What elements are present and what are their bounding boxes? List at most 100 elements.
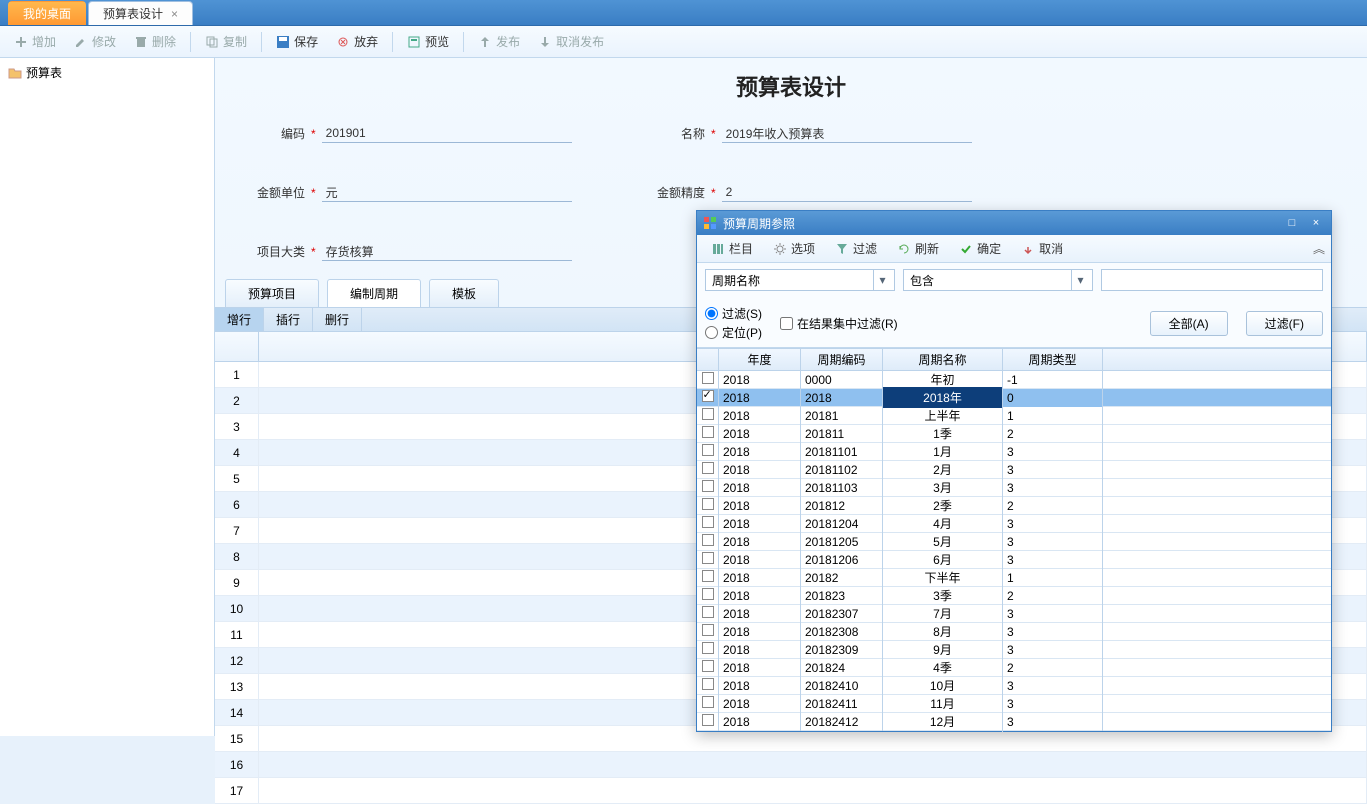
row-checkbox[interactable] [697,622,719,641]
row-cell[interactable] [259,778,1367,803]
precision-input[interactable] [722,183,972,202]
copy-button[interactable]: 复制 [197,30,255,53]
columns-button[interactable]: 栏目 [703,237,761,260]
table-row[interactable]: 20182018111季2 [697,425,1331,443]
do-filter-button[interactable]: 过滤(F) [1246,311,1323,336]
table-row[interactable]: 2018201811022月3 [697,461,1331,479]
radio-filter[interactable]: 过滤(S) [705,305,762,322]
filter-field-combo[interactable]: ▾ [705,269,895,291]
row-checkbox[interactable] [697,694,719,713]
dialog-grid-body[interactable]: 20180000年初-1201820182018年0201820181上半年12… [697,371,1331,731]
edit-button[interactable]: 修改 [66,30,124,53]
subtab-items[interactable]: 预算项目 [225,279,319,307]
save-button[interactable]: 保存 [268,30,326,53]
table-row[interactable]: 20182018122季2 [697,497,1331,515]
chevron-down-icon[interactable]: ▾ [1071,270,1089,290]
row-checkbox[interactable] [697,442,719,461]
chevron-down-icon[interactable]: ▾ [873,270,891,290]
table-row[interactable]: 20182018241111月3 [697,695,1331,713]
row-checkbox[interactable] [697,640,719,659]
row-checkbox[interactable] [697,388,719,407]
row-checkbox[interactable] [697,424,719,443]
table-row[interactable]: 20182018244季2 [697,659,1331,677]
row-checkbox[interactable] [697,370,719,389]
table-row[interactable]: 20182018241212月3 [697,713,1331,731]
filter-field-input[interactable] [706,270,873,290]
table-row[interactable]: 201820181上半年1 [697,407,1331,425]
publish-button[interactable]: 发布 [470,30,528,53]
row-checkbox[interactable] [697,550,719,569]
category-input[interactable] [322,242,572,261]
filter-op-input[interactable] [904,270,1071,290]
filter-value-input[interactable] [1102,270,1322,290]
all-button[interactable]: 全部(A) [1150,311,1228,336]
row-checkbox[interactable] [697,406,719,425]
radio-locate[interactable]: 定位(P) [705,324,762,341]
checkbox-in-result[interactable]: 在结果集中过滤(R) [780,315,898,332]
row-checkbox[interactable] [697,460,719,479]
cell-code: 20181101 [801,443,883,461]
table-row[interactable]: 201820182018年0 [697,389,1331,407]
row-checkbox[interactable] [697,676,719,695]
row-checkbox[interactable] [697,586,719,605]
table-row[interactable]: 2018201811011月3 [697,443,1331,461]
tab-budget-design[interactable]: 预算表设计 × [88,1,193,25]
table-row[interactable]: 2018201823099月3 [697,641,1331,659]
table-row[interactable]: 201820182下半年1 [697,569,1331,587]
cell-code: 20182307 [801,605,883,623]
table-row[interactable]: 2018201823088月3 [697,623,1331,641]
dlg-col-code[interactable]: 周期编码 [801,349,883,370]
filter-value-combo[interactable] [1101,269,1323,291]
name-input[interactable] [722,124,972,143]
dlg-col-type[interactable]: 周期类型 [1003,349,1103,370]
table-row[interactable]: 2018201812066月3 [697,551,1331,569]
filter-button[interactable]: 过滤 [827,237,885,260]
maximize-icon[interactable]: □ [1283,215,1301,231]
unit-input[interactable] [322,183,572,202]
add-button[interactable]: 增加 [6,30,64,53]
delete-button[interactable]: 删除 [126,30,184,53]
row-checkbox[interactable] [697,532,719,551]
options-button[interactable]: 选项 [765,237,823,260]
dlg-col-name[interactable]: 周期名称 [883,349,1003,370]
subtab-period[interactable]: 编制周期 [327,279,421,307]
table-row[interactable]: 20182018241010月3 [697,677,1331,695]
close-icon[interactable]: × [171,7,178,21]
row-number: 13 [215,674,259,699]
table-row[interactable]: 20182018233季2 [697,587,1331,605]
table-row[interactable]: 17 [215,778,1367,804]
row-cell[interactable] [259,752,1367,777]
grid-delrow[interactable]: 删行 [313,308,362,331]
discard-button[interactable]: 放弃 [328,30,386,53]
subtab-template[interactable]: 模板 [429,279,499,307]
collapse-icon[interactable]: ︽ [1313,240,1325,257]
table-row[interactable]: 2018201812055月3 [697,533,1331,551]
row-checkbox[interactable] [697,568,719,587]
table-row[interactable]: 2018201812044月3 [697,515,1331,533]
dlg-col-year[interactable]: 年度 [719,349,801,370]
row-checkbox[interactable] [697,496,719,515]
ok-button[interactable]: 确定 [951,237,1009,260]
refresh-button[interactable]: 刷新 [889,237,947,260]
dialog-titlebar[interactable]: 预算周期参照 □ × [697,211,1331,235]
tree-root-budget[interactable]: 预算表 [4,62,210,83]
row-checkbox[interactable] [697,712,719,731]
table-row[interactable]: 2018201823077月3 [697,605,1331,623]
tab-home[interactable]: 我的桌面 [8,1,86,25]
cancel-button[interactable]: 取消 [1013,237,1071,260]
filter-op-combo[interactable]: ▾ [903,269,1093,291]
code-input[interactable] [322,124,572,143]
cell-code: 201812 [801,497,883,515]
table-row[interactable]: 20180000年初-1 [697,371,1331,389]
grid-insrow[interactable]: 插行 [264,308,313,331]
grid-addrow[interactable]: 增行 [215,308,264,331]
row-checkbox[interactable] [697,478,719,497]
row-checkbox[interactable] [697,658,719,677]
unpublish-button[interactable]: 取消发布 [530,30,612,53]
table-row[interactable]: 16 [215,752,1367,778]
preview-button[interactable]: 预览 [399,30,457,53]
row-checkbox[interactable] [697,514,719,533]
close-dialog-icon[interactable]: × [1307,215,1325,231]
row-checkbox[interactable] [697,604,719,623]
table-row[interactable]: 2018201811033月3 [697,479,1331,497]
